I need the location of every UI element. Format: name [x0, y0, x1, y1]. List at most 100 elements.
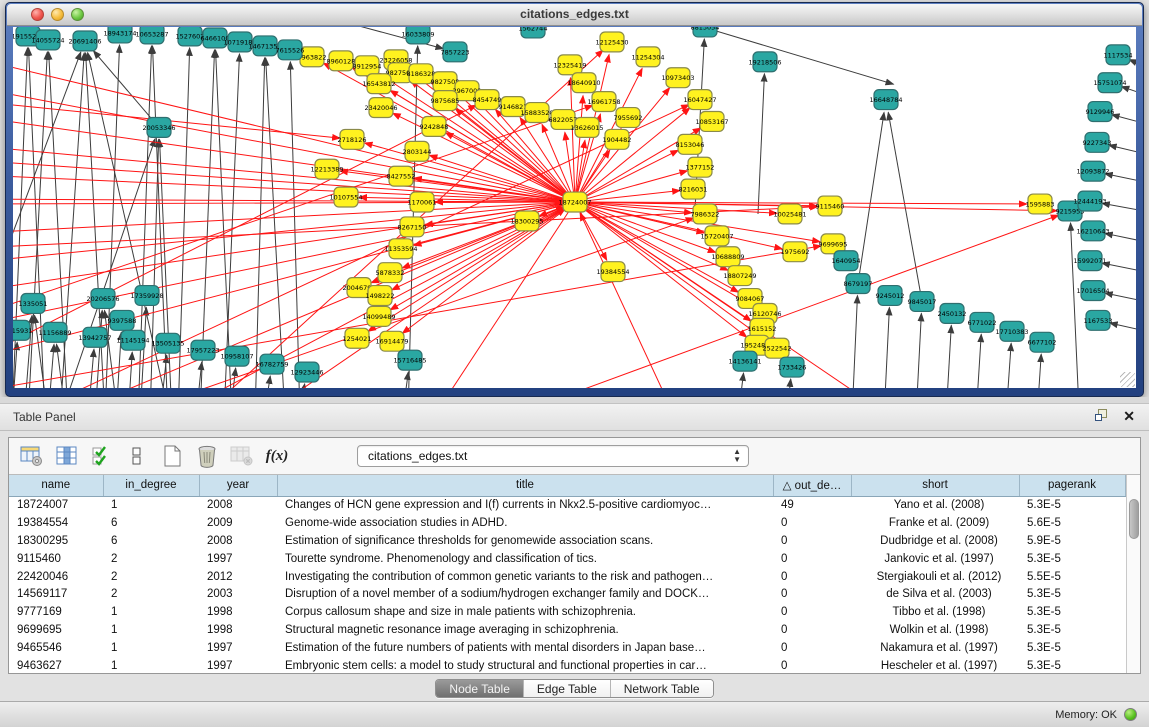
graph-node[interactable]: 7615526 — [276, 40, 305, 60]
graph-node[interactable]: 7986322 — [691, 204, 720, 224]
tab-edge-table[interactable]: Edge Table — [524, 680, 611, 697]
graph-node[interactable]: 8679197 — [844, 274, 873, 294]
graph-node[interactable]: 11156889 — [38, 322, 71, 342]
graph-node[interactable]: 13505135 — [151, 333, 184, 353]
graph-node[interactable]: 10973403 — [661, 68, 694, 88]
column-header-out_de[interactable]: △ out_de… — [773, 475, 851, 496]
table-row[interactable]: 977716911998Corpus callosum shape and si… — [9, 603, 1125, 621]
window-titlebar[interactable]: citations_edges.txt — [7, 4, 1142, 26]
graph-node[interactable]: 9845017 — [908, 292, 937, 312]
graph-node[interactable]: 20691406 — [68, 31, 101, 51]
graph-node[interactable]: 11353594 — [384, 239, 417, 259]
graph-node[interactable]: 1595883 — [1026, 194, 1055, 214]
graph-node[interactable]: 18640910 — [567, 73, 600, 93]
graph-node[interactable]: 12093872 — [1076, 161, 1109, 181]
graph-node[interactable]: 15751074 — [1093, 73, 1126, 93]
table-row[interactable]: 2242004622012Investigating the contribut… — [9, 568, 1125, 586]
graph-node[interactable]: 15992071 — [1073, 251, 1106, 271]
vertical-scrollbar[interactable] — [1126, 475, 1141, 674]
graph-node[interactable]: 12125430 — [595, 32, 628, 52]
graph-node[interactable]: 1904482 — [603, 129, 632, 149]
graph-node[interactable]: 16914479 — [375, 331, 408, 351]
graph-node[interactable]: 13942757 — [78, 327, 111, 347]
table-row[interactable]: 1830029562008Estimation of significance … — [9, 532, 1125, 550]
graph-node[interactable]: 14099489 — [362, 306, 395, 326]
graph-node[interactable]: 12325419 — [553, 55, 586, 75]
column-header-title[interactable]: title — [277, 475, 773, 496]
graph-node[interactable]: 1167533 — [1084, 310, 1113, 330]
table-row[interactable]: 946362711997Embryonic stem cells: a mode… — [9, 657, 1125, 674]
graph-node[interactable]: 11254304 — [631, 47, 664, 67]
graph-node[interactable]: 13626015 — [570, 117, 603, 137]
graph-node[interactable]: 17016504 — [1076, 281, 1109, 301]
graph-node[interactable]: 8960128 — [327, 51, 356, 71]
select-all-icon[interactable] — [89, 443, 115, 469]
graph-node[interactable]: 18724007 — [558, 192, 591, 212]
graph-node[interactable]: 9115460 — [816, 196, 845, 216]
graph-node[interactable]: 8216031 — [679, 179, 708, 199]
column-header-year[interactable]: year — [199, 475, 277, 496]
graph-node[interactable]: 10025481 — [773, 204, 806, 224]
split-divider[interactable] — [0, 397, 1149, 404]
graph-node[interactable]: 7955692 — [614, 108, 643, 128]
table-row[interactable]: 1456911722003Disruption of a novel membe… — [9, 585, 1125, 603]
network-view-window[interactable]: citations_edges.txt 18724007183002951938… — [5, 2, 1144, 397]
graph-node[interactable]: 9129946 — [1086, 102, 1115, 122]
minimize-window-button[interactable] — [51, 8, 64, 21]
graph-node[interactable]: 3915931 — [13, 320, 32, 340]
graph-node[interactable]: 6677102 — [1028, 332, 1057, 352]
graph-node[interactable]: 2450132 — [938, 303, 967, 323]
graph-node[interactable]: 1562744 — [519, 27, 548, 38]
graph-node[interactable]: 2803144 — [403, 141, 432, 161]
graph-node[interactable]: 9227343 — [1083, 132, 1112, 152]
graph-node[interactable]: 1335051 — [19, 294, 48, 314]
table-row[interactable]: 1872400712008Changes of HCN gene express… — [9, 496, 1125, 514]
close-panel-icon[interactable]: ✕ — [1123, 409, 1135, 423]
tab-network-table[interactable]: Network Table — [611, 680, 713, 697]
graph-node[interactable]: 23420046 — [364, 98, 397, 118]
graph-node[interactable]: 16648784 — [869, 90, 902, 110]
graph-node[interactable]: 17710383 — [995, 321, 1028, 341]
column-header-in_degree[interactable]: in_degree — [103, 475, 199, 496]
graph-node[interactable]: 1640954 — [832, 251, 861, 271]
scrollbar-thumb[interactable] — [1129, 499, 1139, 539]
graph-node[interactable]: 16782759 — [255, 354, 288, 374]
graph-node[interactable]: 9875685 — [431, 91, 460, 111]
graph-node[interactable]: 12213389 — [310, 159, 343, 179]
resize-grip[interactable] — [1120, 372, 1135, 387]
graph-node[interactable]: 1975692 — [781, 242, 810, 262]
graph-node[interactable]: 1733426 — [778, 357, 807, 377]
graph-node[interactable]: 17957223 — [186, 340, 219, 360]
graph-node[interactable]: 7857223 — [441, 42, 470, 62]
graph-node[interactable]: 2718126 — [338, 129, 367, 149]
graph-node[interactable]: 14055724 — [31, 30, 64, 50]
column-select-icon[interactable] — [54, 443, 80, 469]
graph-node[interactable]: 6771022 — [968, 312, 997, 332]
network-canvas[interactable]: 1872400718300295193845547963822896012889… — [13, 27, 1136, 388]
graph-node[interactable]: 9397588 — [108, 310, 137, 330]
graph-node[interactable]: 2522542 — [763, 338, 792, 358]
graph-node[interactable]: 1170061 — [408, 192, 437, 212]
tab-node-table[interactable]: Node Table — [436, 680, 524, 697]
graph-node[interactable]: 9245012 — [876, 286, 905, 306]
graph-node[interactable]: 16543812 — [362, 74, 395, 94]
delete-column-icon[interactable] — [194, 443, 220, 469]
graph-node[interactable]: 16210643 — [1076, 221, 1109, 241]
close-window-button[interactable] — [31, 8, 44, 21]
graph-node[interactable]: 1254021 — [343, 328, 372, 348]
graph-node[interactable]: 1377152 — [686, 157, 715, 177]
graph-node[interactable]: 10107554 — [329, 187, 362, 207]
graph-node[interactable]: 9242848 — [420, 117, 449, 137]
table-row[interactable]: 946554611997Estimation of the future num… — [9, 639, 1125, 657]
graph-node[interactable]: 19218506 — [748, 52, 781, 72]
column-header-name[interactable]: name — [9, 475, 103, 496]
new-column-icon[interactable] — [159, 443, 185, 469]
graph-node[interactable]: 8912954 — [353, 56, 382, 76]
zoom-window-button[interactable] — [71, 8, 84, 21]
graph-node[interactable]: 10958107 — [220, 346, 253, 366]
graph-node[interactable]: 8427552 — [387, 166, 416, 186]
graph-node[interactable]: 8813054 — [691, 27, 720, 37]
graph-node[interactable]: 20206576 — [86, 289, 119, 309]
graph-node[interactable]: 18300295 — [510, 211, 543, 231]
graph-node[interactable]: 10653287 — [135, 27, 168, 44]
